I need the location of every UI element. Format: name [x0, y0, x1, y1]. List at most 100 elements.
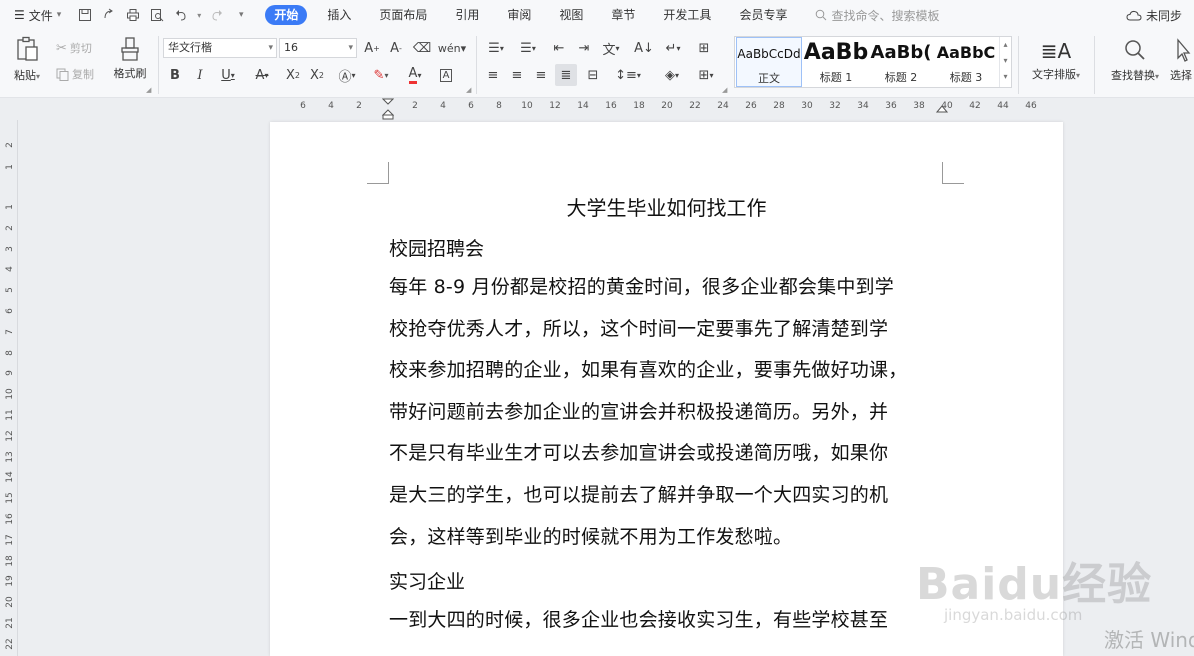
chinese-layout-icon[interactable]: 文 ▾: [598, 37, 624, 59]
command-search[interactable]: 查找命令、搜索模板: [815, 7, 939, 24]
redo-icon[interactable]: [207, 5, 227, 25]
ruler-tick-label: 32: [829, 101, 841, 111]
numbered-list-icon[interactable]: ☰ ▾: [515, 37, 541, 59]
horizontal-ruler[interactable]: 6 4 2 2 4 6 8 10 12 14 16 18 20 22 24 26 28 30 32 34 36 38 40 4…: [0, 98, 1194, 120]
save-icon[interactable]: [75, 5, 95, 25]
undo-icon[interactable]: [171, 5, 191, 25]
text-line: 带好问题前去参加企业的宣讲会并积极投递简历。另外，并: [389, 400, 889, 423]
print-preview-icon[interactable]: [147, 5, 167, 25]
print-icon[interactable]: [123, 5, 143, 25]
tab-stop-icon[interactable]: ⊞: [692, 37, 716, 59]
dialog-launcher-icon[interactable]: ◢: [146, 86, 151, 94]
text-effect-icon[interactable]: Ⓐ ▾: [333, 64, 361, 86]
margin-corner-mark: [367, 162, 389, 184]
search-icon: [816, 9, 827, 21]
tab-references[interactable]: 引用: [447, 5, 487, 25]
character-border-icon[interactable]: A: [436, 64, 456, 86]
ruler-tick-label: 11: [5, 409, 15, 421]
ruler-tick-label: 19: [5, 575, 15, 588]
ruler-tick-label: 20: [5, 596, 15, 608]
find-replace-button[interactable]: 查找替换▾: [1104, 36, 1166, 83]
pinyin-guide-icon[interactable]: wén▾: [437, 37, 467, 59]
sync-status[interactable]: 未同步: [1126, 7, 1182, 24]
style-normal[interactable]: AaBbCcDd 正文: [736, 37, 802, 87]
find-replace-label: 查找替换: [1110, 69, 1155, 82]
align-center-icon[interactable]: ≡: [507, 64, 527, 86]
dialog-launcher-icon[interactable]: ◢: [722, 86, 727, 94]
select-button[interactable]: 选择: [1170, 36, 1194, 83]
tab-home[interactable]: 开始: [265, 5, 308, 25]
subscript-icon[interactable]: X2: [306, 64, 328, 86]
underline-icon[interactable]: U ▾: [214, 64, 242, 86]
text-layout-label: 文字排版: [1031, 68, 1076, 81]
ruler-tick-label: 14: [5, 471, 15, 484]
tab-developer[interactable]: 开发工具: [655, 5, 719, 25]
copy-button[interactable]: 复制: [56, 66, 94, 82]
styles-scroll[interactable]: ▴ ▾ ▾: [999, 37, 1011, 87]
highlight-icon[interactable]: ✎ ▾: [366, 64, 396, 86]
tab-review[interactable]: 审阅: [499, 5, 539, 25]
chevron-down-icon[interactable]: ▾: [195, 5, 203, 25]
paste-button[interactable]: 粘贴▾: [12, 36, 42, 83]
shading-icon[interactable]: ◈ ▾: [658, 64, 686, 86]
format-painter-button[interactable]: 格式刷: [110, 36, 150, 81]
italic-icon[interactable]: I: [190, 64, 210, 86]
sort-icon[interactable]: A↓: [633, 37, 655, 59]
distributed-align-icon[interactable]: ⊟: [582, 64, 604, 86]
tab-page-layout[interactable]: 页面布局: [371, 5, 435, 25]
paste-label: 粘贴: [13, 69, 36, 82]
font-color-icon[interactable]: A ▾: [400, 64, 430, 86]
strikethrough-icon[interactable]: A ▾: [248, 64, 276, 86]
justify-icon[interactable]: ≣: [555, 64, 577, 86]
ruler-tick-label: 22: [5, 638, 15, 650]
right-indent-marker-icon[interactable]: [936, 102, 948, 116]
tab-view[interactable]: 视图: [551, 5, 591, 25]
increase-indent-icon[interactable]: ⇥: [573, 37, 595, 59]
cut-button[interactable]: ✂ 剪切: [56, 40, 92, 56]
ruler-tick-label: 21: [5, 617, 15, 629]
file-menu[interactable]: ☰ 文件 ▾: [8, 4, 67, 26]
vertical-ruler[interactable]: 2 1 1 2 3 4 5 6 7 8 9 10 11 12 13 14 15 16 17 18 19 20 21 22: [0, 120, 18, 656]
indent-marker-icon[interactable]: [382, 98, 394, 120]
section-heading: 校园招聘会: [389, 238, 485, 260]
file-menu-label: 文件: [28, 8, 53, 23]
text-layout-button[interactable]: ≣A 文字排版▾: [1026, 36, 1086, 82]
divider: [1094, 36, 1095, 94]
tab-insert[interactable]: 插入: [319, 5, 359, 25]
tab-chapter[interactable]: 章节: [603, 5, 643, 25]
ruler-tick-label: 10: [521, 101, 533, 111]
style-label: 标题 2: [884, 71, 918, 84]
decrease-indent-icon[interactable]: ⇤: [548, 37, 570, 59]
text-line: 校抢夺优秀人才，所以，这个时间一定要事先了解清楚到学: [389, 317, 889, 340]
scissors-icon: ✂: [56, 40, 67, 56]
increase-font-size-icon[interactable]: A +: [363, 37, 381, 59]
clear-format-icon[interactable]: ⌫: [413, 37, 431, 59]
ribbon-toolbar: 粘贴▾ ✂ 剪切 复制 格式刷 ◢ 华文行楷 ▾ 16 ▾ A + A- ⌫ wé…: [0, 30, 1194, 98]
style-heading-2[interactable]: AaBb( 标题 2: [868, 37, 934, 87]
sync-status-label: 未同步: [1145, 9, 1182, 23]
line-spacing-icon[interactable]: ↕≡ ▾: [614, 64, 642, 86]
divider: [1018, 36, 1019, 94]
borders-icon[interactable]: ⊞ ▾: [692, 64, 720, 86]
ruler-tick-label: 6: [5, 308, 15, 314]
tab-member[interactable]: 会员专享: [731, 5, 795, 25]
superscript-icon[interactable]: X2: [282, 64, 304, 86]
align-right-icon[interactable]: ≡: [531, 64, 551, 86]
select-label: 选择: [1170, 69, 1192, 82]
bullet-list-icon[interactable]: ☰ ▾: [483, 37, 509, 59]
style-heading-1[interactable]: AaBb 标题 1: [803, 37, 869, 87]
bold-icon[interactable]: B: [165, 64, 185, 86]
style-heading-3[interactable]: AaBbC 标题 3: [933, 37, 999, 87]
format-painter-icon: [121, 37, 139, 61]
font-name-select[interactable]: 华文行楷 ▾: [163, 38, 277, 58]
decrease-font-size-icon[interactable]: A-: [387, 37, 405, 59]
dialog-launcher-icon[interactable]: ◢: [466, 86, 471, 94]
ruler-tick-label: 4: [328, 101, 334, 111]
ruler-tick-label: 46: [1025, 101, 1037, 111]
show-marks-icon[interactable]: ↵ ▾: [659, 37, 687, 59]
export-icon[interactable]: [99, 5, 119, 25]
customize-toolbar-icon[interactable]: ▾: [231, 5, 251, 25]
font-size-select[interactable]: 16 ▾: [279, 38, 357, 58]
ruler-tick-label: 36: [885, 101, 897, 111]
align-left-icon[interactable]: ≡: [483, 64, 503, 86]
